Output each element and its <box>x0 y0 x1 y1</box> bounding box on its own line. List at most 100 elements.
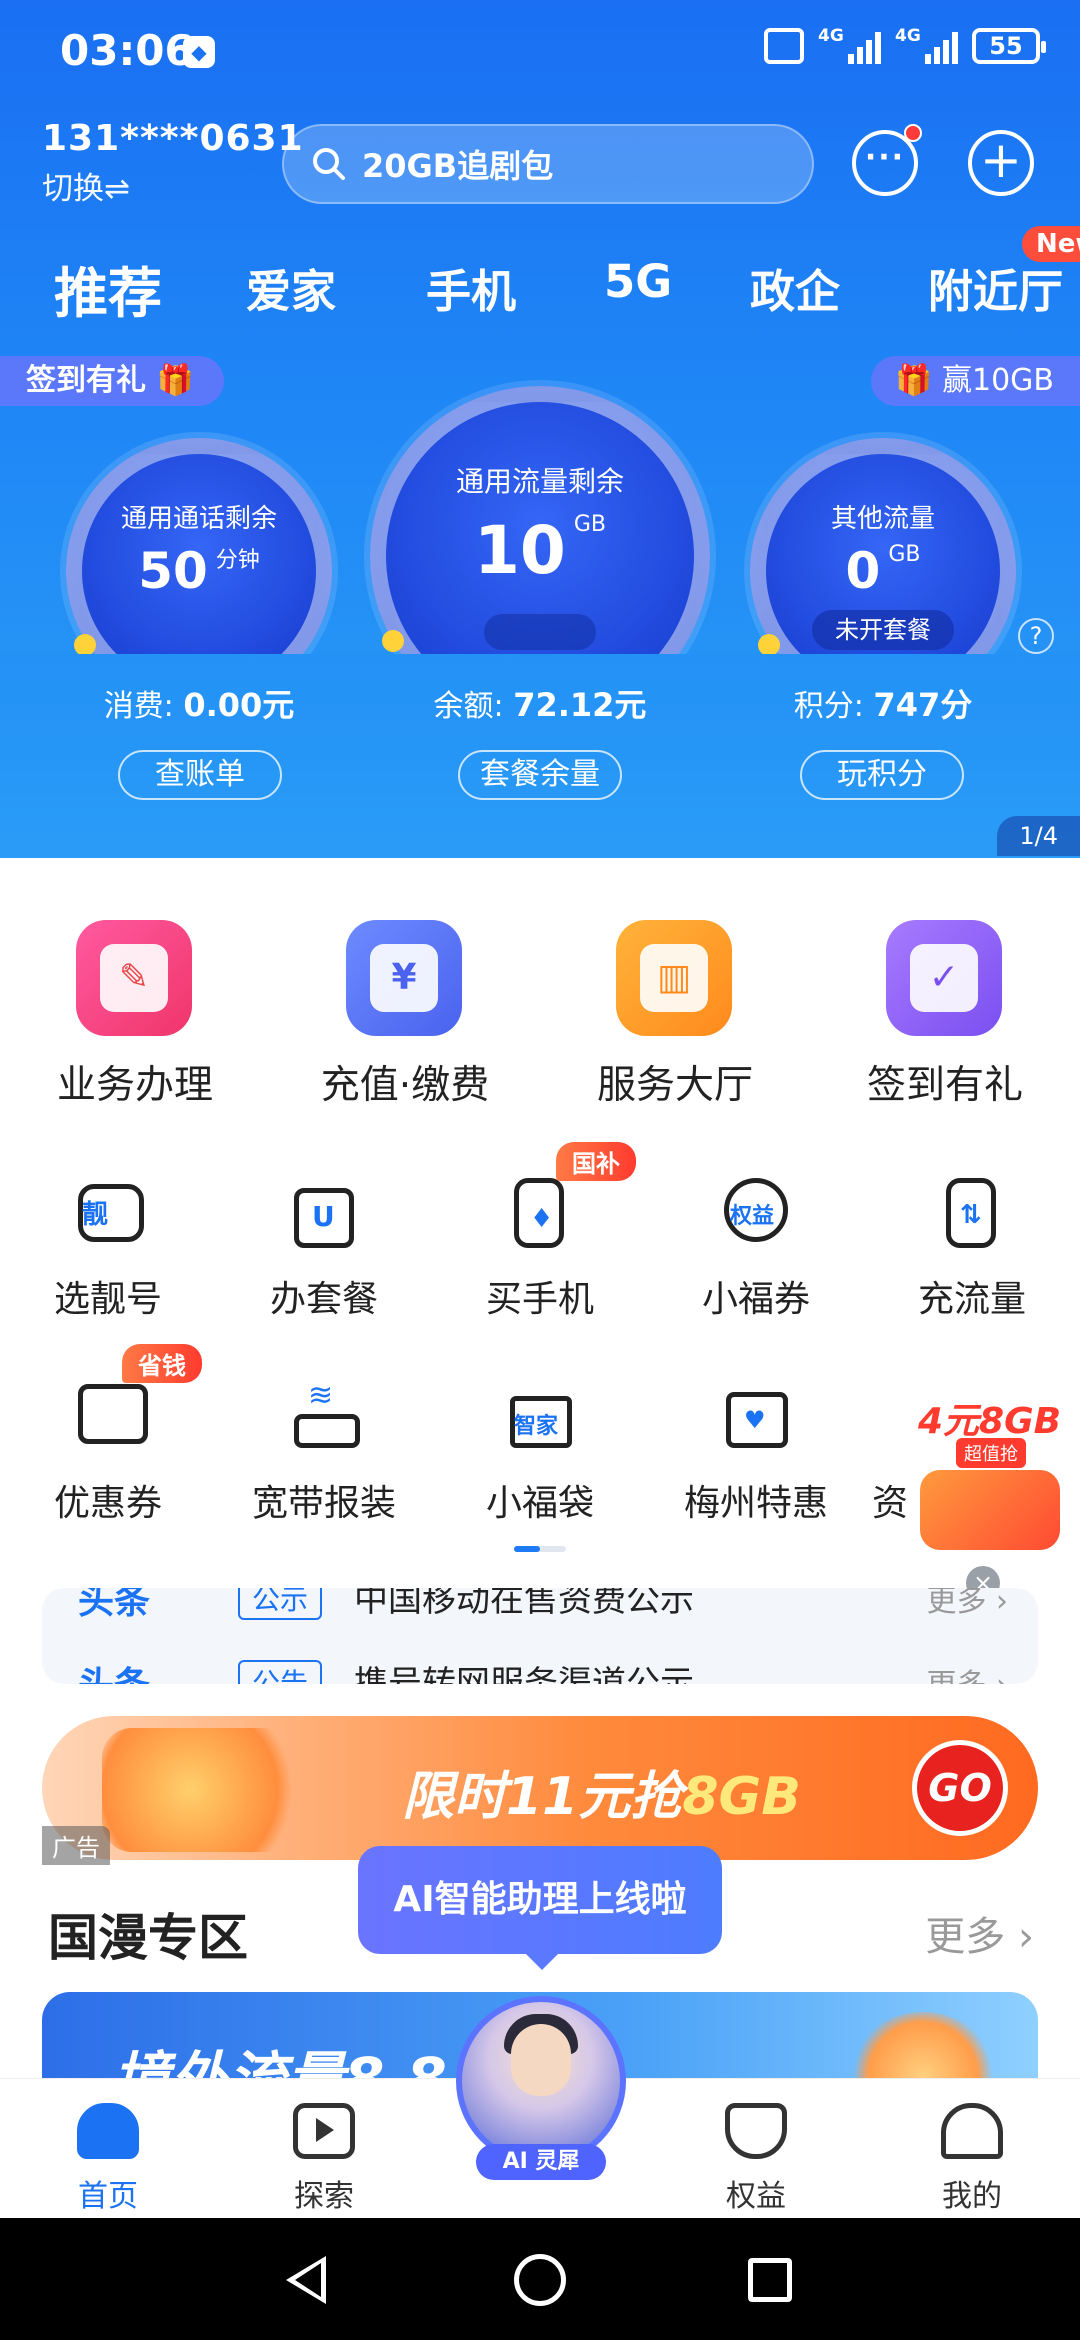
phone-icon[interactable]: ♦ <box>500 1174 580 1254</box>
nav-mine[interactable]: 我的 <box>892 2103 1052 2215</box>
section-more-link[interactable]: 更多 › <box>925 1904 1034 1962</box>
ad-go-button[interactable]: GO <box>912 1740 1008 1836</box>
call-minutes-gauge[interactable]: 通用通话剩余 50 分钟 <box>66 438 332 704</box>
add-icon[interactable]: + <box>968 130 1034 196</box>
system-nav-bar <box>0 2218 1080 2340</box>
data-phone-icon[interactable]: ⇅ <box>932 1174 1012 1254</box>
service-label: 梅州特惠 <box>683 1483 828 1524</box>
coupon-badge-icon[interactable]: 权益 <box>716 1174 796 1254</box>
news-item[interactable]: 头条 公告 携号转网服务渠道公示 更多 › <box>42 1656 1038 1684</box>
edit-doc-icon: ✎ <box>100 944 168 1012</box>
view-bill-button[interactable]: 查账单 <box>118 750 282 800</box>
app-screen: 03:06 ◆ 4G 4G 55 131****0631 切换⇌ 20GB追剧包… <box>0 0 1080 2340</box>
gift-box-icon[interactable]: ♥ <box>716 1374 796 1454</box>
recharge-button[interactable]: ¥ <box>346 920 462 1036</box>
play-points-button[interactable]: 玩积分 <box>800 750 964 800</box>
other-data-gauge[interactable]: 其他流量 0 GB 未开套餐 <box>750 438 1016 704</box>
checkin-button[interactable]: ✓ <box>886 920 1002 1036</box>
app-notification-icon: ◆ <box>183 36 215 68</box>
recents-icon[interactable] <box>748 2258 792 2302</box>
national-subsidy-tag: 国补 <box>556 1142 636 1181</box>
gauge-value: 0 GB <box>845 542 921 600</box>
vibrate-icon <box>764 28 804 64</box>
news-ticker[interactable]: 头条 公示 中国移动在售资费公示 更多 › 头条 公告 携号转网服务渠道公示 更… <box>42 1588 1038 1684</box>
unread-dot <box>904 124 922 142</box>
win-data-pill[interactable]: 🎁 赢10GB <box>871 356 1080 406</box>
new-badge: New <box>1022 226 1080 262</box>
service-label: 充流量 <box>917 1279 1026 1320</box>
home-circle-icon[interactable] <box>514 2254 566 2306</box>
news-more-link[interactable]: 更多 › <box>926 1660 1008 1684</box>
data-gauge[interactable]: 通用流量剩余 10 GB <box>370 386 710 726</box>
smart-home-icon[interactable]: 智家 <box>500 1374 580 1454</box>
bag-icon[interactable]: U <box>284 1174 364 1254</box>
gauge-title: 通用流量剩余 <box>455 465 624 498</box>
pretty-number-icon[interactable]: 靓 <box>68 1174 148 1254</box>
nav-explore[interactable]: 探索 <box>244 2103 404 2215</box>
service-label: 小福袋 <box>485 1483 594 1524</box>
account-switcher[interactable]: 131****0631 切换⇌ <box>42 118 304 208</box>
checkin-gift-pill[interactable]: 签到有礼 🎁 <box>0 356 224 406</box>
person-icon <box>941 2103 1003 2159</box>
yen-icon: ¥ <box>370 944 438 1012</box>
service-label: 充值·缴费 <box>320 1063 490 1108</box>
play-icon <box>293 2103 355 2159</box>
hero-header: 03:06 ◆ 4G 4G 55 131****0631 切换⇌ 20GB追剧包… <box>0 0 1080 858</box>
service-label: 宽带报装 <box>251 1483 396 1524</box>
float-promo-subtitle: 超值抢 <box>956 1438 1026 1468</box>
ad-text: 限时11元抢8GB <box>402 1767 801 1827</box>
switch-account-label[interactable]: 切换⇌ <box>42 163 304 208</box>
carousel-page-indicator: 1/4 <box>997 816 1080 856</box>
router-icon[interactable]: ≋ <box>284 1374 364 1454</box>
help-icon[interactable]: ? <box>1018 618 1054 654</box>
service-label: 买手机 <box>485 1279 594 1320</box>
red-envelope-image <box>920 1470 1060 1550</box>
tab-5g[interactable]: 5G <box>604 255 672 308</box>
business-handling-button[interactable]: ✎ <box>76 920 192 1036</box>
no-plan-badge: 未开套餐 <box>812 610 954 650</box>
gauge-knob <box>758 634 780 656</box>
service-label: 签到有礼 <box>866 1063 1023 1108</box>
home-icon <box>77 2103 139 2159</box>
save-money-tag: 省钱 <box>122 1344 202 1383</box>
service-hall-button[interactable]: ▥ <box>616 920 732 1036</box>
tab-home-family[interactable]: 爱家 <box>246 255 336 320</box>
ticket-icon[interactable] <box>68 1374 148 1454</box>
tab-recommend[interactable]: 推荐 <box>54 249 162 328</box>
service-label: 服务大厅 <box>596 1063 753 1108</box>
store-icon: ▥ <box>640 944 708 1012</box>
section-title: 国漫专区 <box>48 1909 248 1967</box>
news-more-link[interactable]: 更多 › <box>926 1588 1008 1620</box>
ad-label: 广告 <box>42 1826 110 1865</box>
gauge-value: 10 GB <box>474 512 606 589</box>
gift-icon: 🎁 <box>156 363 194 398</box>
points-caption: 积分: 747分 <box>793 686 973 724</box>
status-icons: 4G 4G 55 <box>764 28 1046 64</box>
status-time: 03:06 <box>60 26 194 75</box>
floating-promo[interactable]: 4元8GB 超值抢 <box>900 1380 1070 1570</box>
message-icon[interactable]: ··· <box>852 124 922 196</box>
nav-home[interactable]: 首页 <box>28 2103 188 2215</box>
ad-illustration <box>102 1728 322 1852</box>
service-label: 优惠券 <box>53 1483 162 1524</box>
ai-assistant-avatar[interactable]: AI 灵犀 <box>456 1996 626 2196</box>
float-promo-title: 4元8GB <box>918 1401 1062 1442</box>
news-title: 携号转网服务渠道公示 <box>354 1664 694 1684</box>
search-icon <box>313 148 345 180</box>
ai-assistant-tooltip[interactable]: AI智能助理上线啦 <box>358 1846 722 1970</box>
gauge-value: 50 分钟 <box>138 542 260 600</box>
service-scroll-indicator <box>514 1546 566 1552</box>
back-icon[interactable] <box>286 2256 326 2304</box>
tab-phone[interactable]: 手机 <box>426 255 516 320</box>
calendar-check-icon: ✓ <box>910 944 978 1012</box>
news-item[interactable]: 头条 公示 中国移动在售资费公示 更多 › <box>42 1588 1038 1622</box>
tab-enterprise[interactable]: 政企 <box>750 255 840 320</box>
plan-balance-button[interactable]: 套餐余量 <box>458 750 622 800</box>
news-title: 中国移动在售资费公示 <box>354 1588 694 1620</box>
ad-banner[interactable]: 限时11元抢8GB GO <box>42 1716 1038 1860</box>
search-bar[interactable]: 20GB追剧包 <box>282 124 814 204</box>
tab-nearby-hall[interactable]: 附近厅 <box>928 255 1063 320</box>
nav-benefits[interactable]: 权益 <box>676 2103 836 2215</box>
news-chip: 公示 <box>238 1588 323 1620</box>
news-chip: 公告 <box>238 1660 323 1684</box>
